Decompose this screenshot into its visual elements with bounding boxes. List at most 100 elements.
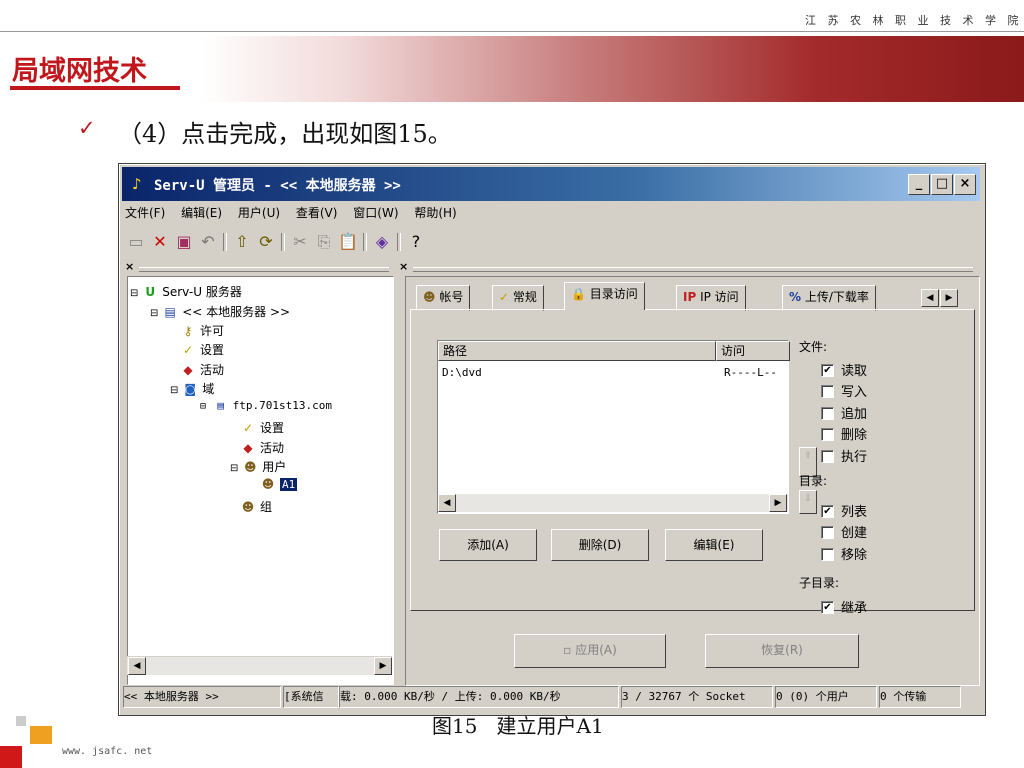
cut-icon[interactable]: ✂ [289, 232, 311, 252]
add-button[interactable]: 添加(A) [439, 529, 537, 561]
restore-button[interactable]: 恢复(R) [705, 634, 859, 668]
checkbox-append[interactable] [821, 407, 834, 420]
serv-u-app-icon: ♪ [132, 175, 142, 193]
serv-u-icon: U [145, 285, 156, 299]
remove-button[interactable]: 删除(D) [551, 529, 649, 561]
new-user-icon[interactable]: ▣ [173, 232, 195, 252]
toolbar-separator [281, 233, 285, 251]
column-header-path[interactable]: 路径 [438, 341, 716, 361]
minimize-button[interactable]: _ [908, 174, 930, 195]
move-down-icon[interactable]: ⇩ [799, 490, 817, 514]
footer-url: www. jsafc. net [62, 746, 153, 757]
checkbox-list[interactable]: ✔ [821, 505, 834, 518]
files-label: 文件: [799, 340, 828, 354]
tree-node-groups[interactable]: ☻ 组 [240, 498, 272, 515]
row-access[interactable]: R----L-- [724, 366, 777, 379]
activity-icon: ◆ [243, 441, 253, 455]
ratio-icon: % [789, 290, 802, 304]
settings-icon: ✓ [242, 421, 254, 435]
label-write: 写入 [841, 385, 868, 400]
undo-icon[interactable]: ↶ [197, 232, 219, 252]
tree-node-license[interactable]: ⚷ 许可 [180, 322, 224, 339]
label-read: 读取 [841, 364, 868, 379]
checkbox-read[interactable]: ✔ [821, 364, 834, 377]
folder-icon[interactable]: ▭ [125, 232, 147, 252]
tab-ip-access[interactable]: IP IP 访问 [676, 285, 746, 311]
tab-scroll-right-icon[interactable]: ▶ [940, 289, 958, 307]
save-icon: ▫ [563, 643, 572, 657]
menu-file[interactable]: 文件(F) [125, 204, 165, 221]
delete-icon[interactable]: ✕ [149, 232, 171, 252]
scroll-right-icon[interactable]: ▶ [374, 657, 392, 675]
tab-transfer-rate[interactable]: % 上传/下载率 [782, 285, 876, 311]
checkbox-execute[interactable] [821, 450, 834, 463]
status-users: 0 (0) 个用户 [775, 686, 877, 708]
tab-scroll-left-icon[interactable]: ◀ [921, 289, 939, 307]
tree-node-serv-u[interactable]: ⊟ U Serv-U 服务器 [130, 283, 242, 300]
tree-horizontal-scrollbar[interactable]: ◀ ▶ [127, 656, 392, 675]
menu-help[interactable]: 帮助(H) [414, 204, 456, 221]
tree-node-users[interactable]: ⊟ ☻ 用户 [230, 458, 286, 475]
close-button[interactable]: × [954, 174, 976, 195]
edit-button[interactable]: 编辑(E) [665, 529, 763, 561]
checkbox-remove[interactable] [821, 548, 834, 561]
up-folder-icon[interactable]: ⇧ [231, 232, 253, 252]
tree-node-domain-settings[interactable]: ✓ 设置 [240, 419, 284, 436]
scroll-left-icon[interactable]: ◀ [438, 494, 456, 512]
paste-icon[interactable]: 📋 [337, 232, 359, 252]
settings-icon: ✓ [499, 290, 510, 304]
maximize-button[interactable]: □ [931, 174, 953, 195]
label-remove: 移除 [841, 548, 868, 563]
tree-node-user-a1[interactable]: ☻ A1 [260, 477, 298, 491]
menu-window[interactable]: 窗口(W) [353, 204, 398, 221]
detail-pane-handle[interactable]: × [399, 260, 977, 274]
tab-directory-access[interactable]: 🔒 目录访问 [564, 282, 645, 310]
tree-node-settings[interactable]: ✓ 设置 [180, 341, 224, 358]
tree-node-domain[interactable]: ⊟ ◙ 域 [170, 380, 214, 397]
user-icon: ☻ [261, 477, 275, 491]
help-icon[interactable]: ? [405, 232, 427, 252]
label-delete: 删除 [841, 428, 868, 443]
checkbox-inherit[interactable]: ✔ [821, 601, 834, 614]
scroll-left-icon[interactable]: ◀ [128, 657, 146, 675]
scroll-right-icon[interactable]: ▶ [769, 494, 787, 512]
row-path[interactable]: D:\dvd [442, 366, 482, 379]
menu-edit[interactable]: 编辑(E) [181, 204, 222, 221]
checkbox-delete[interactable] [821, 428, 834, 441]
tree-node-local-server[interactable]: ⊟ ▤ << 本地服务器 >> [150, 303, 290, 320]
copy-icon[interactable]: ⎘ [313, 232, 335, 252]
window-titlebar[interactable]: ♪ Serv-U 管理员 - << 本地服务器 >> _ □ × [122, 167, 980, 201]
tree-node-ftp-domain[interactable]: ⊟ ▤ ftp.701st13.com [200, 399, 332, 412]
tab-account[interactable]: ☻ 帐号 [416, 285, 471, 311]
close-icon[interactable]: × [399, 260, 408, 273]
close-icon[interactable]: × [125, 260, 134, 273]
users-icon: ☻ [243, 460, 257, 474]
book-icon[interactable]: ◈ [371, 232, 393, 252]
refresh-icon[interactable]: ⟳ [255, 232, 277, 252]
list-horizontal-scrollbar[interactable]: ◀ ▶ [438, 494, 788, 512]
tree-node-domain-activity[interactable]: ◆ 活动 [240, 439, 284, 456]
status-transfers: 0 个传输 [879, 686, 961, 708]
menu-view[interactable]: 查看(V) [296, 204, 338, 221]
user-icon: ☻ [423, 290, 436, 304]
label-list: 列表 [841, 505, 868, 520]
checkbox-write[interactable] [821, 385, 834, 398]
server-tree: ⊟ U Serv-U 服务器 ⊟ ▤ << 本地服务器 >> ⚷ 许可 ✓ 设置 ◆ 活动… [127, 276, 394, 685]
label-inherit: 继承 [841, 601, 868, 616]
checkbox-create[interactable] [821, 526, 834, 539]
apply-button[interactable]: ▫ 应用(A) [514, 634, 666, 668]
menu-user[interactable]: 用户(U) [238, 204, 280, 221]
toolbar-separator [223, 233, 227, 251]
directory-list[interactable]: 路径 访问 D:\dvd R----L-- ◀ ▶ [437, 340, 790, 514]
activity-icon: ◆ [183, 363, 193, 377]
status-transfer-rate: 载: 0.000 KB/秒 / 上传: 0.000 KB/秒 [339, 686, 619, 708]
header-rule [0, 31, 1024, 32]
label-execute: 执行 [841, 450, 868, 465]
column-header-access[interactable]: 访问 [716, 341, 790, 361]
tab-general[interactable]: ✓ 常规 [492, 285, 544, 311]
tree-node-activity[interactable]: ◆ 活动 [180, 361, 224, 378]
settings-icon: ✓ [182, 343, 194, 357]
header-band [200, 36, 1024, 102]
status-system: [系统信 [283, 686, 339, 708]
tree-pane-handle[interactable]: × [125, 260, 393, 274]
